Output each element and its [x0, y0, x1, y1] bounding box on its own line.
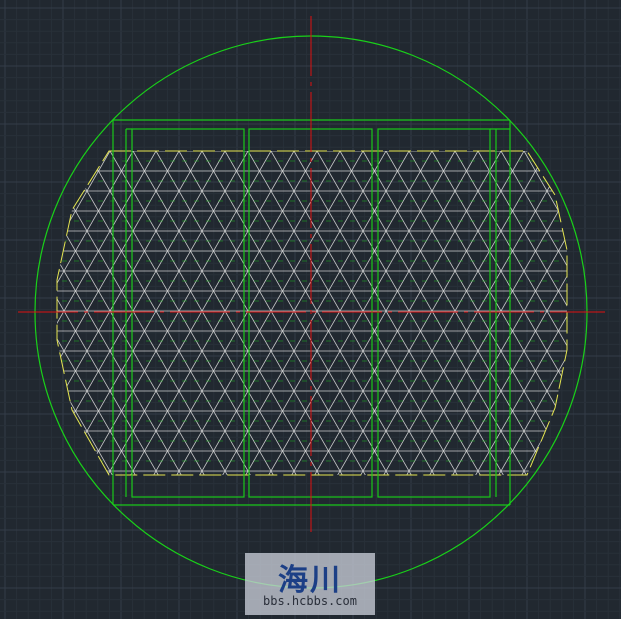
watermark-logo: 海川: [278, 563, 342, 598]
mesh-line-diagonal: [541, 151, 567, 475]
cad-model-space[interactable]: 海川 bbs.hcbbs.com: [0, 0, 621, 619]
mesh-line-diagonal: [570, 151, 621, 480]
mesh-line-diagonal: [588, 151, 621, 480]
mesh-line-diagonal: [0, 151, 23, 480]
support-panel-1: [131, 128, 245, 498]
mesh-line-diagonal: [57, 151, 65, 475]
mesh-line-diagonal: [546, 151, 567, 475]
mesh-line-diagonal: [57, 151, 88, 475]
watermark-url: bbs.hcbbs.com: [263, 594, 357, 608]
watermark: 海川 bbs.hcbbs.com: [245, 553, 375, 615]
mesh-line-diagonal: [593, 151, 621, 480]
mesh-line-diagonal: [0, 151, 18, 480]
cad-drawing-canvas[interactable]: [0, 0, 621, 619]
mesh-line-diagonal: [0, 151, 46, 480]
